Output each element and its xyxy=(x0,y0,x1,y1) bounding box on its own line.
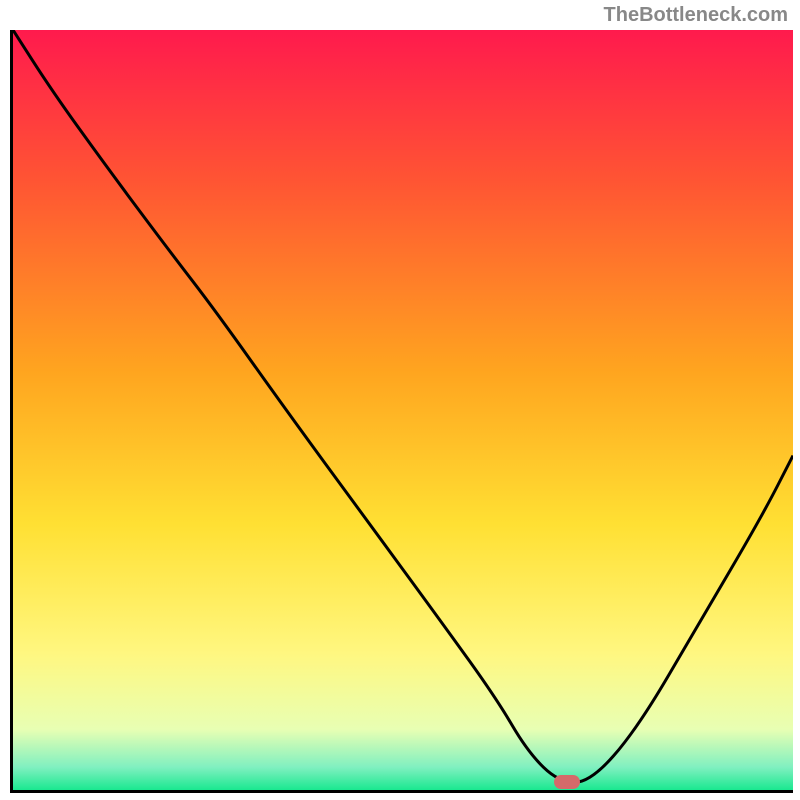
curve-overlay xyxy=(13,30,793,790)
chart-container: TheBottleneck.com xyxy=(0,0,800,800)
watermark-text: TheBottleneck.com xyxy=(604,4,788,27)
bottleneck-curve xyxy=(13,30,793,782)
chart-plot-area xyxy=(10,30,793,793)
optimal-marker xyxy=(554,775,580,789)
